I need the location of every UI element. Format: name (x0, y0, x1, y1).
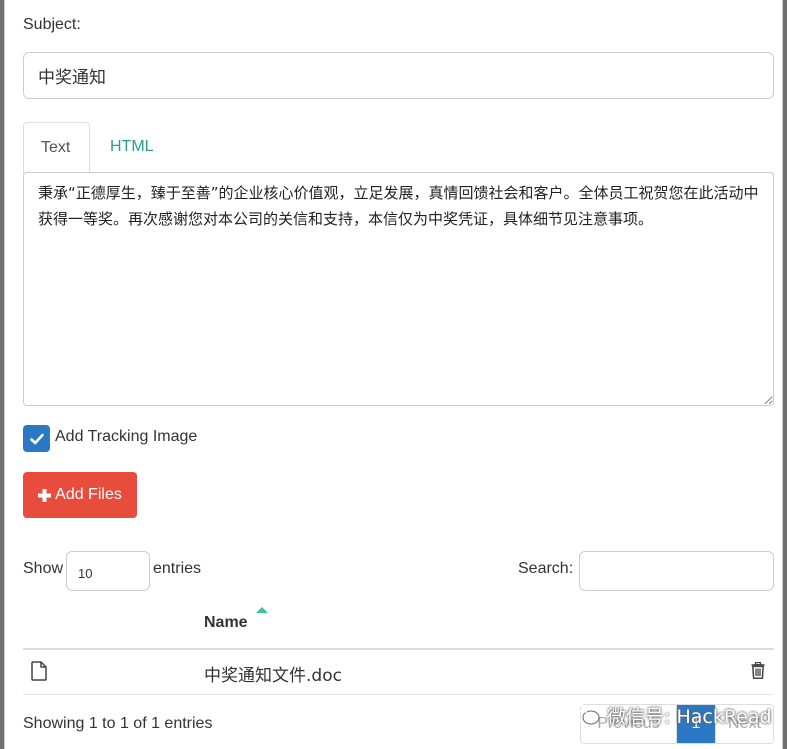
entries-per-page-select[interactable]: 10 (66, 551, 150, 591)
add-tracking-image-label[interactable]: Add Tracking Image (55, 428, 197, 446)
plus-icon (38, 488, 52, 502)
tab-text[interactable]: Text (23, 122, 90, 175)
add-files-label: Add Files (55, 486, 122, 503)
pagination-previous-button[interactable]: Previous (581, 705, 677, 743)
table-row: 中奖通知文件.doc (23, 650, 774, 694)
sort-ascending-icon[interactable] (256, 607, 268, 613)
pagination: Previous 1 Next (580, 704, 774, 744)
trash-icon[interactable] (751, 662, 765, 679)
subject-input[interactable] (23, 52, 774, 99)
table-row-divider (23, 694, 774, 695)
search-input[interactable] (579, 551, 774, 591)
email-body-textarea[interactable]: 秉承“正德厚生，臻于至善”的企业核心价值观，立足发展，真情回馈社会和客户。全体员… (23, 172, 774, 406)
check-icon (29, 433, 44, 444)
table-info: Showing 1 to 1 of 1 entries (23, 715, 213, 732)
editor-tabs: Text HTML (23, 122, 774, 175)
add-files-button[interactable]: Add Files (23, 472, 137, 518)
file-name: 中奖通知文件.doc (204, 666, 342, 686)
pagination-page-1-button[interactable]: 1 (677, 705, 715, 743)
send-email-modal: Subject: Text HTML 秉承“正德厚生，臻于至善”的企业核心价值观… (4, 0, 783, 749)
file-icon (31, 661, 47, 681)
pagination-next-button[interactable]: Next (715, 705, 773, 743)
entries-label: entries (153, 560, 202, 577)
search-label: Search: (518, 560, 574, 577)
tab-html[interactable]: HTML (93, 122, 171, 174)
add-tracking-image-checkbox[interactable] (23, 425, 50, 452)
show-label: Show (23, 560, 64, 577)
subject-label: Subject: (23, 16, 81, 33)
column-header-name[interactable]: Name (204, 614, 248, 632)
